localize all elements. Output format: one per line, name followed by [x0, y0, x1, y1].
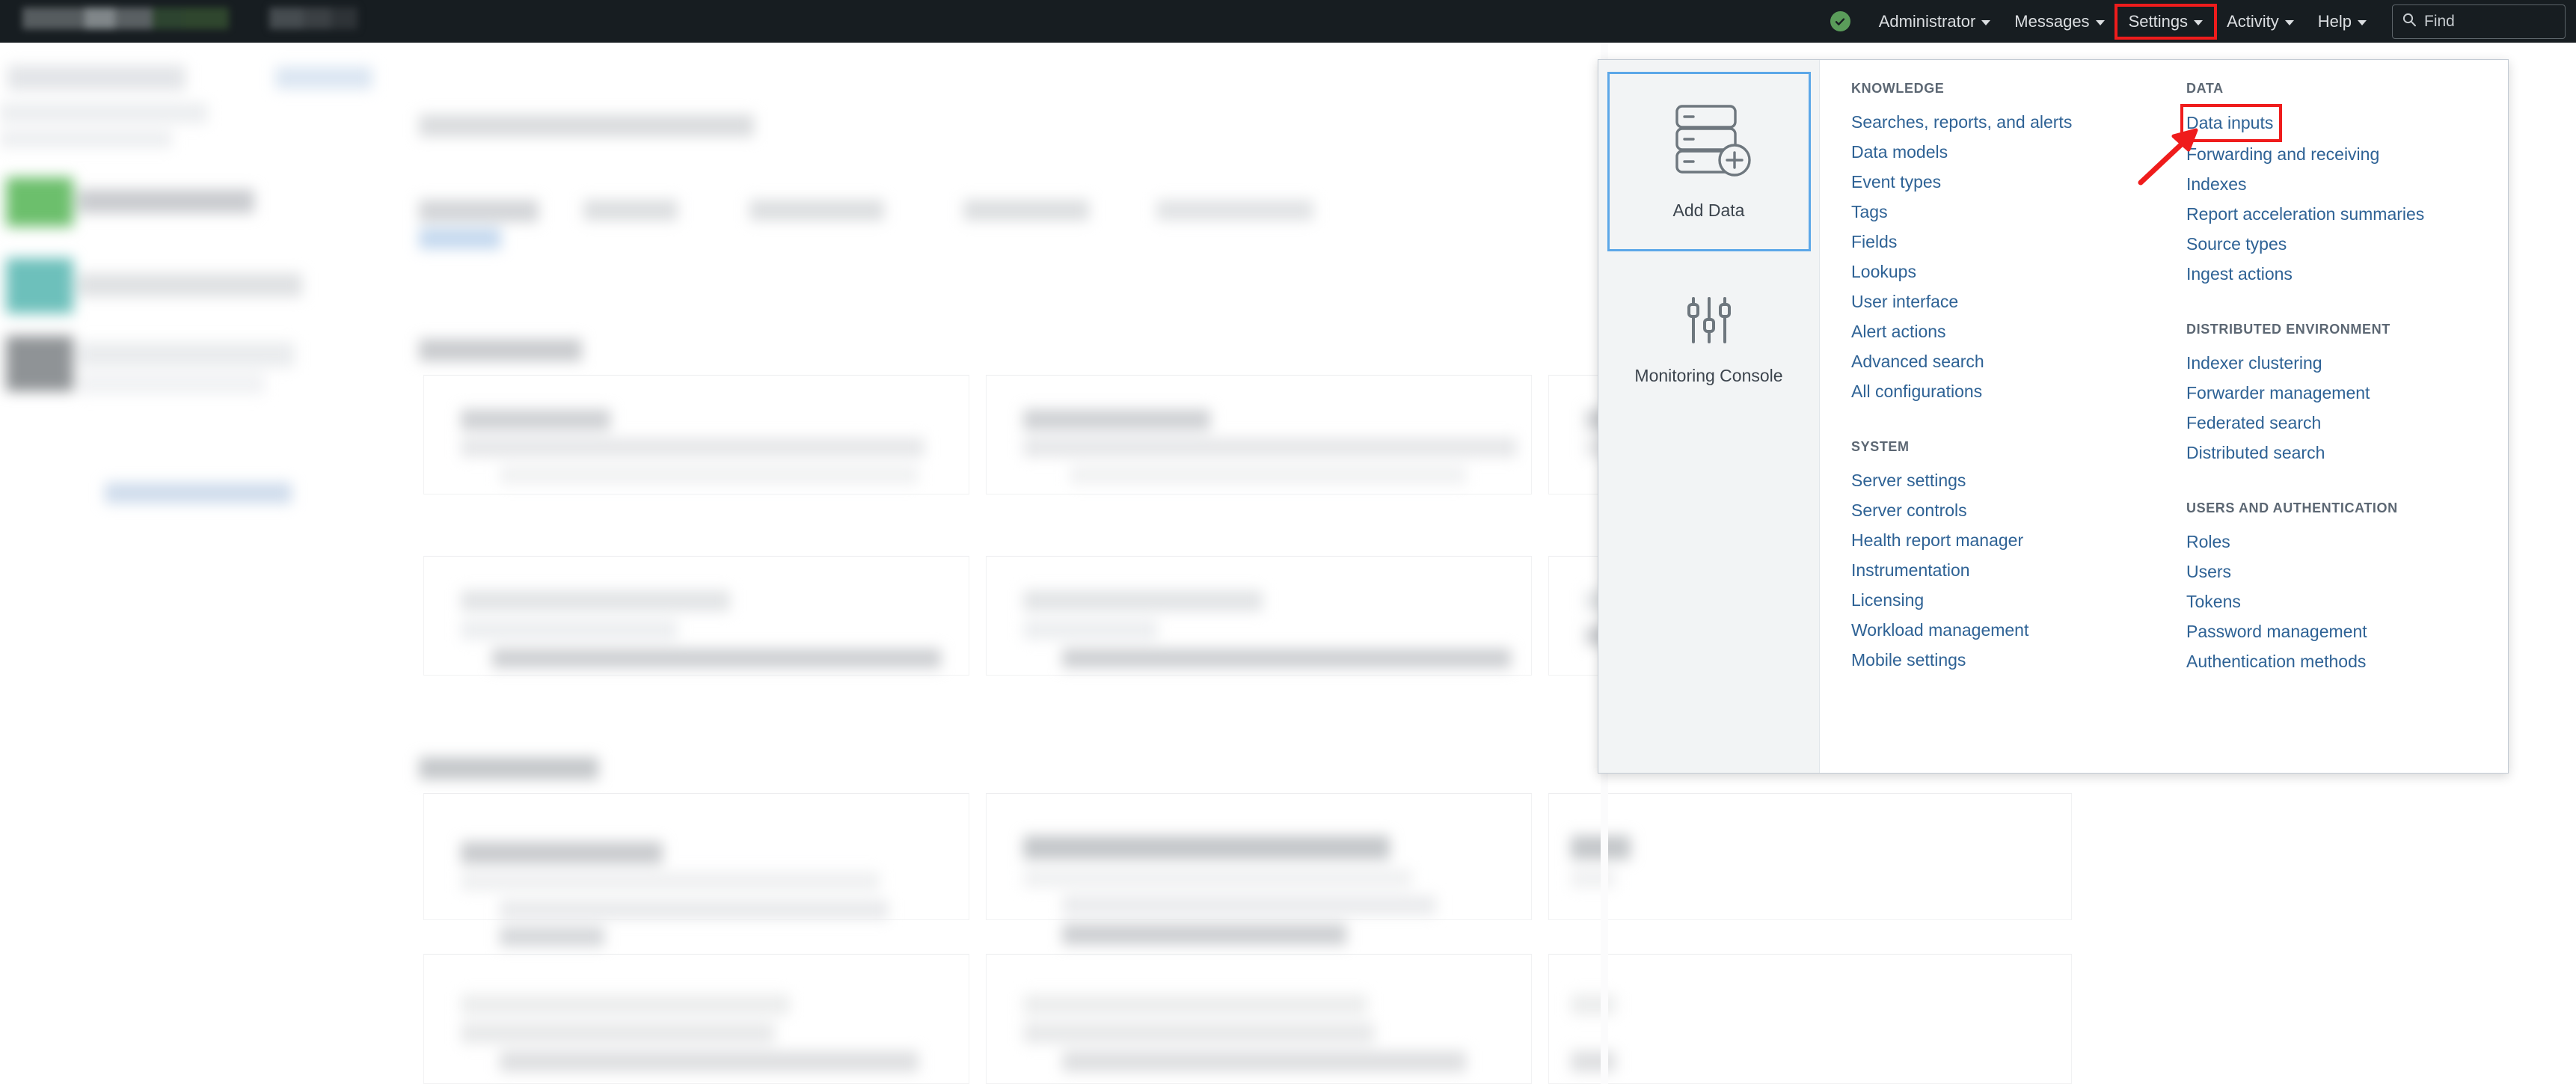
- section-heading-system: SYSTEM: [1851, 439, 1910, 454]
- check-circle-icon[interactable]: [1830, 11, 1850, 31]
- link-user-interface[interactable]: User interface: [1851, 287, 2155, 316]
- link-searches-reports-and-alerts[interactable]: Searches, reports, and alerts: [1851, 107, 2155, 137]
- chevron-down-icon: [2194, 19, 2204, 25]
- link-advanced-search[interactable]: Advanced search: [1851, 346, 2155, 376]
- search-icon: [2402, 12, 2417, 31]
- link-indexer-clustering[interactable]: Indexer clustering: [2186, 348, 2506, 378]
- app-header-bar: Administrator Messages Settings Activity…: [0, 0, 2576, 43]
- header-menu-help-label: Help: [2317, 11, 2352, 31]
- header-menu-settings[interactable]: Settings: [2114, 3, 2218, 40]
- header-menu-administrator[interactable]: Administrator: [1867, 6, 2003, 37]
- chevron-down-icon: [2358, 19, 2367, 25]
- section-heading-knowledge: KNOWLEDGE: [1851, 81, 1945, 96]
- settings-section-knowledge: KNOWLEDGE Searches, reports, and alerts …: [1851, 81, 2155, 406]
- settings-section-data: DATA Data inputs Forwarding and receivin…: [2180, 81, 2506, 289]
- settings-dropdown-panel: Add Data Monitoring Console KNOWLEDGE Se…: [1598, 59, 2509, 774]
- link-workload-management[interactable]: Workload management: [1851, 615, 2155, 645]
- link-alert-actions[interactable]: Alert actions: [1851, 316, 2155, 346]
- link-licensing[interactable]: Licensing: [1851, 585, 2155, 615]
- link-tags[interactable]: Tags: [1851, 197, 2155, 227]
- header-menu-help[interactable]: Help: [2306, 6, 2379, 37]
- link-roles[interactable]: Roles: [2186, 527, 2506, 557]
- link-users[interactable]: Users: [2186, 557, 2506, 587]
- section-heading-data: DATA: [2186, 81, 2224, 96]
- link-indexes[interactable]: Indexes: [2186, 169, 2506, 199]
- settings-section-system: SYSTEM Server settings Server controls H…: [1851, 439, 2155, 675]
- header-menu-messages[interactable]: Messages: [2002, 6, 2116, 37]
- add-data-icon: [1660, 102, 1758, 183]
- link-authentication-methods[interactable]: Authentication methods: [2186, 646, 2506, 676]
- link-all-configurations[interactable]: All configurations: [1851, 376, 2155, 406]
- link-instrumentation[interactable]: Instrumentation: [1851, 555, 2155, 585]
- link-fields[interactable]: Fields: [1851, 227, 2155, 257]
- settings-column-1: KNOWLEDGE Searches, reports, and alerts …: [1820, 81, 2155, 773]
- chevron-down-icon: [2284, 19, 2294, 25]
- settings-column-2: DATA Data inputs Forwarding and receivin…: [2155, 81, 2506, 773]
- link-lookups[interactable]: Lookups: [1851, 257, 2155, 287]
- add-data-tile-label: Add Data: [1672, 200, 1745, 221]
- settings-panel-shortcuts: Add Data Monitoring Console: [1598, 60, 1820, 773]
- link-forwarding-and-receiving[interactable]: Forwarding and receiving: [2186, 139, 2506, 169]
- chevron-down-icon: [2095, 19, 2105, 25]
- link-password-management[interactable]: Password management: [2186, 616, 2506, 646]
- link-source-types[interactable]: Source types: [2186, 229, 2506, 259]
- link-server-controls[interactable]: Server controls: [1851, 495, 2155, 525]
- chevron-down-icon: [1981, 19, 1991, 25]
- monitoring-console-tile[interactable]: Monitoring Console: [1607, 251, 1811, 431]
- add-data-tile[interactable]: Add Data: [1607, 72, 1811, 251]
- header-menu-administrator-label: Administrator: [1878, 11, 1976, 31]
- link-data-inputs[interactable]: Data inputs: [2180, 104, 2283, 142]
- section-heading-distributed-environment: DISTRIBUTED ENVIRONMENT: [2186, 322, 2391, 337]
- monitoring-console-tile-label: Monitoring Console: [1634, 366, 1783, 386]
- header-menu-activity-label: Activity: [2227, 11, 2279, 31]
- settings-section-distributed-environment: DISTRIBUTED ENVIRONMENT Indexer clusteri…: [2186, 322, 2506, 468]
- section-heading-users-and-authentication: USERS AND AUTHENTICATION: [2186, 500, 2398, 515]
- link-distributed-search[interactable]: Distributed search: [2186, 438, 2506, 468]
- settings-section-users-and-authentication: USERS AND AUTHENTICATION Roles Users Tok…: [2186, 500, 2506, 676]
- header-menu-activity[interactable]: Activity: [2215, 6, 2306, 37]
- link-tokens[interactable]: Tokens: [2186, 587, 2506, 616]
- find-search-value: Find: [2424, 12, 2455, 30]
- link-forwarder-management[interactable]: Forwarder management: [2186, 378, 2506, 408]
- header-menu-messages-label: Messages: [2014, 11, 2090, 31]
- settings-panel-links: KNOWLEDGE Searches, reports, and alerts …: [1820, 60, 2508, 773]
- link-report-acceleration-summaries[interactable]: Report acceleration summaries: [2186, 199, 2506, 229]
- link-ingest-actions[interactable]: Ingest actions: [2186, 259, 2506, 289]
- header-right-group: Administrator Messages Settings Activity…: [1830, 0, 2576, 43]
- link-data-models[interactable]: Data models: [1851, 137, 2155, 167]
- link-event-types[interactable]: Event types: [1851, 167, 2155, 197]
- sliders-icon: [1683, 296, 1735, 349]
- link-health-report-manager[interactable]: Health report manager: [1851, 525, 2155, 555]
- link-federated-search[interactable]: Federated search: [2186, 408, 2506, 438]
- product-logo[interactable]: [22, 7, 229, 29]
- dashboard-card[interactable]: [1548, 954, 2072, 1084]
- link-mobile-settings[interactable]: Mobile settings: [1851, 645, 2155, 675]
- header-menu-settings-label: Settings: [2128, 11, 2189, 31]
- link-server-settings[interactable]: Server settings: [1851, 465, 2155, 495]
- find-search-input[interactable]: Find: [2392, 4, 2566, 39]
- header-nav-item-obscured[interactable]: [269, 7, 358, 29]
